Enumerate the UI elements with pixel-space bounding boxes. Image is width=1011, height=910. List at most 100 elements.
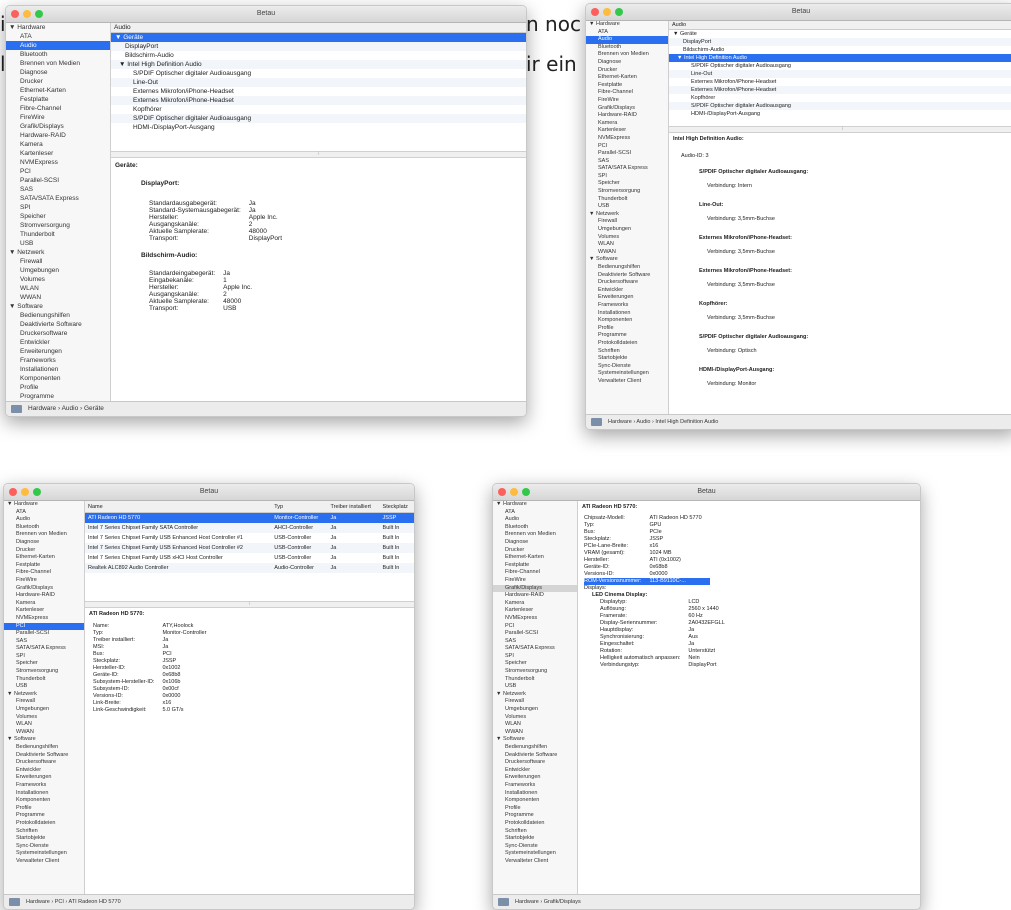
tree-item[interactable]: ▼ Geräte <box>669 30 1011 38</box>
sidebar-item[interactable]: Programme <box>493 812 577 820</box>
tree-item[interactable]: DisplayPort <box>669 38 1011 46</box>
sidebar-item[interactable]: Profile <box>493 805 577 813</box>
tree-item[interactable]: HDMI-/DisplayPort-Ausgang <box>111 123 526 132</box>
sidebar-item[interactable]: ▼ Hardware <box>493 501 577 509</box>
sidebar-item[interactable]: Druckersoftware <box>6 329 110 338</box>
system-info-window-audio-devices[interactable]: Betau ▼ Hardware ATA Audio Bluetooth Brennen… <box>5 5 527 417</box>
sidebar-item[interactable]: Festplatte <box>586 82 668 90</box>
sidebar-item[interactable]: ATA <box>4 509 84 517</box>
sidebar-item[interactable]: ▼ Hardware <box>4 501 84 509</box>
sidebar-item[interactable]: Kamera <box>4 600 84 608</box>
sidebar-item[interactable]: Erweiterungen <box>6 347 110 356</box>
sidebar-item[interactable]: Ethernet-Karten <box>4 554 84 562</box>
sidebar-item[interactable]: SATA/SATA Express <box>4 645 84 653</box>
sidebar-item[interactable]: Stromversorgung <box>6 221 110 230</box>
sidebar-item[interactable]: Ethernet-Karten <box>6 86 110 95</box>
sidebar-item[interactable]: Parallel-SCSI <box>6 176 110 185</box>
sidebar-item[interactable]: ▼ Netzwerk <box>586 211 668 219</box>
sidebar-item[interactable]: Brennen von Medien <box>586 51 668 59</box>
sidebar-item[interactable]: Bedienungshilfen <box>6 311 110 320</box>
tree-item[interactable]: ▼ Intel High Definition Audio <box>111 60 526 69</box>
sidebar-item[interactable]: WLAN <box>493 721 577 729</box>
sidebar-item[interactable]: WWAN <box>586 249 668 257</box>
sidebar-item[interactable]: Schriften <box>4 828 84 836</box>
tree-item[interactable]: S/PDIF Optischer digitaler Audioausgang <box>111 114 526 123</box>
system-info-window-pci[interactable]: Betau ▼ Hardware ATA Audio Bluetooth Brennen… <box>3 483 415 910</box>
tree-item[interactable]: Kopfhörer <box>111 105 526 114</box>
sidebar-item[interactable]: Deaktivierte Software <box>493 752 577 760</box>
close-button[interactable] <box>591 8 599 16</box>
sidebar-item[interactable]: Verwalteter Client <box>493 858 577 866</box>
sidebar-item[interactable]: Profile <box>4 805 84 813</box>
sidebar-item[interactable]: Volumes <box>586 234 668 242</box>
sidebar-item[interactable]: Umgebungen <box>586 226 668 234</box>
sidebar-item[interactable]: Stromversorgung <box>4 668 84 676</box>
sidebar-item[interactable]: Audio <box>586 36 668 44</box>
sidebar-item[interactable]: Grafik/Displays <box>6 122 110 131</box>
sidebar-item[interactable]: Firewall <box>4 698 84 706</box>
sidebar-item[interactable]: Deaktivierte Software <box>6 320 110 329</box>
device-tree[interactable]: ▼ Geräte DisplayPort Bildschirm-Audio ▼ Int… <box>111 33 526 151</box>
sidebar-item[interactable]: Parallel-SCSI <box>493 630 577 638</box>
sidebar-item[interactable]: Sync-Dienste <box>493 843 577 851</box>
sidebar-item[interactable]: Installationen <box>493 790 577 798</box>
tree-item[interactable]: Bildschirm-Audio <box>669 46 1011 54</box>
table-row[interactable]: Intel 7 Series Chipset Family USB Enhanc… <box>85 533 414 543</box>
sidebar-item[interactable]: Fibre-Channel <box>493 569 577 577</box>
sidebar-item[interactable]: Umgebungen <box>4 706 84 714</box>
sidebar-item[interactable]: Grafik/Displays <box>493 584 577 593</box>
sidebar-item[interactable]: Audio <box>493 516 577 524</box>
sidebar-item[interactable]: Verwalteter Client <box>4 858 84 866</box>
sidebar-item[interactable]: Deaktivierte Software <box>586 272 668 280</box>
sidebar-item[interactable]: Sync-Dienste <box>4 843 84 851</box>
tree-item[interactable]: Kopfhörer <box>669 94 1011 102</box>
sidebar-item[interactable]: Audio <box>4 516 84 524</box>
sidebar-item[interactable]: PCI <box>493 623 577 631</box>
sidebar-item[interactable]: Sync-Dienste <box>586 363 668 371</box>
sidebar-item[interactable]: Bluetooth <box>586 44 668 52</box>
sidebar-item[interactable]: Bedienungshilfen <box>493 744 577 752</box>
sidebar-item[interactable]: Startobjekte <box>493 835 577 843</box>
sidebar-item[interactable]: Bedienungshilfen <box>586 264 668 272</box>
sidebar-item[interactable]: Grafik/Displays <box>4 585 84 593</box>
split-divider[interactable]: ⁝ <box>85 601 414 608</box>
sidebar-item[interactable]: Drucker <box>586 67 668 75</box>
tree-item[interactable]: Externes Mikrofon/iPhone-Headset <box>111 96 526 105</box>
sidebar-item[interactable]: USB <box>4 683 84 691</box>
sidebar-item[interactable]: Festplatte <box>4 562 84 570</box>
sidebar-item[interactable]: WWAN <box>493 729 577 737</box>
sidebar-item[interactable]: WLAN <box>586 241 668 249</box>
close-button[interactable] <box>9 488 17 496</box>
sidebar-item[interactable]: Kartenleser <box>6 149 110 158</box>
sidebar-item[interactable]: Diagnose <box>493 539 577 547</box>
sidebar-item[interactable]: Komponenten <box>586 317 668 325</box>
sidebar-item[interactable]: Stromversorgung <box>586 188 668 196</box>
sidebar-item[interactable]: Fibre-Channel <box>4 569 84 577</box>
table-row[interactable]: Intel 7 Series Chipset Family USB Enhanc… <box>85 543 414 553</box>
sidebar-item[interactable]: ATA <box>6 32 110 41</box>
minimize-button[interactable] <box>510 488 518 496</box>
sidebar-item[interactable]: Druckersoftware <box>493 759 577 767</box>
sidebar-item[interactable]: Druckersoftware <box>586 279 668 287</box>
tree-item[interactable]: S/PDIF Optischer digitaler Audioausgang <box>669 102 1011 110</box>
tree-item[interactable]: ▼ Intel High Definition Audio <box>669 54 1011 62</box>
tree-item[interactable]: Line-Out <box>669 70 1011 78</box>
sidebar-item[interactable]: USB <box>586 203 668 211</box>
tree-item[interactable]: Externes Mikrofon/iPhone-Headset <box>669 86 1011 94</box>
column-header[interactable]: Treiber installiert <box>327 501 380 513</box>
tree-item[interactable]: Externes Mikrofon/iPhone-Headset <box>669 78 1011 86</box>
sidebar-item[interactable]: SAS <box>6 185 110 194</box>
sidebar-item[interactable]: ▼ Software <box>493 736 577 744</box>
sidebar-item[interactable]: Volumes <box>4 714 84 722</box>
sidebar-item[interactable]: Entwickler <box>6 338 110 347</box>
sidebar-item[interactable]: Firewall <box>6 257 110 266</box>
sidebar-item[interactable]: Bluetooth <box>493 524 577 532</box>
table-row[interactable]: Intel 7 Series Chipset Family SATA Contr… <box>85 523 414 533</box>
sidebar-item[interactable]: Kamera <box>6 140 110 149</box>
sidebar-item[interactable]: PCI <box>586 143 668 151</box>
sidebar-item[interactable]: Erweiterungen <box>586 294 668 302</box>
sidebar-item[interactable]: Umgebungen <box>493 706 577 714</box>
sidebar-item[interactable]: Profile <box>586 325 668 333</box>
sidebar-item[interactable]: ATA <box>493 509 577 517</box>
sidebar-item[interactable]: ▼ Hardware <box>586 21 668 29</box>
